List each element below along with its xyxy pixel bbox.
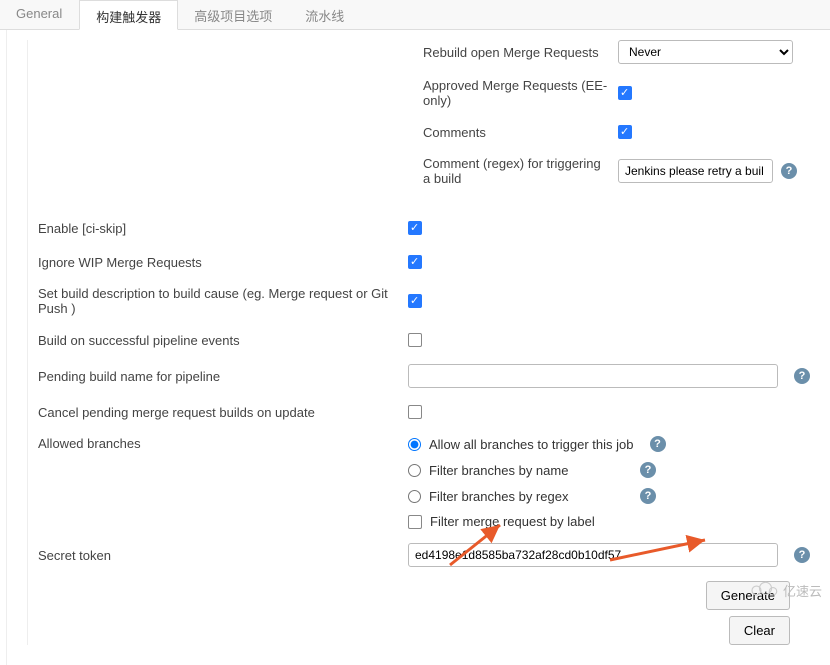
row-comments: Comments [38,122,810,142]
tab-build-triggers[interactable]: 构建触发器 [79,0,178,30]
pending-build-label: Pending build name for pipeline [38,369,408,384]
radio-by-regex-label: Filter branches by regex [429,489,624,504]
set-build-desc-checkbox[interactable] [408,294,422,308]
approved-checkbox[interactable] [618,86,632,100]
approved-label: Approved Merge Requests (EE-only) [423,78,608,108]
tab-general[interactable]: General [0,0,79,29]
help-icon[interactable]: ? [794,547,810,563]
tab-pipeline[interactable]: 流水线 [289,0,361,29]
help-icon[interactable]: ? [781,163,797,179]
clear-button[interactable]: Clear [729,616,790,645]
comment-regex-input[interactable] [618,159,773,183]
radio-allow-all[interactable] [408,438,421,451]
cancel-pending-checkbox[interactable] [408,405,422,419]
help-icon[interactable]: ? [640,488,656,504]
row-set-build-desc: Set build description to build cause (eg… [38,286,810,316]
row-approved-mr: Approved Merge Requests (EE-only) [38,78,810,108]
row-secret-token: Secret token ? [38,543,810,567]
comments-label: Comments [423,125,608,140]
comments-checkbox[interactable] [618,125,632,139]
allowed-branches-label: Allowed branches [38,436,408,451]
row-comment-regex: Comment (regex) for triggering a build ? [38,156,810,186]
cloud-icon [749,579,779,602]
row-allowed-branches: Allowed branches Allow all branches to t… [38,436,810,529]
build-success-checkbox[interactable] [408,333,422,347]
set-build-desc-label: Set build description to build cause (eg… [38,286,408,316]
comment-regex-label: Comment (regex) for triggering a build [423,156,608,186]
enable-ciskip-label: Enable [ci-skip] [38,221,408,236]
pending-build-input[interactable] [408,364,778,388]
allowed-branches-group: Allow all branches to trigger this job ?… [408,436,666,529]
checkbox-by-label-label: Filter merge request by label [430,514,625,529]
watermark-text: 亿速云 [783,581,822,600]
ignore-wip-checkbox[interactable] [408,255,422,269]
radio-by-regex[interactable] [408,490,421,503]
row-pending-build: Pending build name for pipeline ? [38,364,810,388]
rebuild-open-select[interactable]: Never [618,40,793,64]
ignore-wip-label: Ignore WIP Merge Requests [38,255,408,270]
watermark: 亿速云 [749,579,822,602]
radio-by-name[interactable] [408,464,421,477]
help-icon[interactable]: ? [650,436,666,452]
rebuild-open-label: Rebuild open Merge Requests [423,45,608,60]
radio-by-name-label: Filter branches by name [429,463,624,478]
build-success-label: Build on successful pipeline events [38,333,408,348]
row-rebuild-open-mr: Rebuild open Merge Requests Never [38,40,810,64]
row-build-success: Build on successful pipeline events [38,330,810,350]
secret-token-label: Secret token [38,548,408,563]
row-ignore-wip: Ignore WIP Merge Requests [38,252,810,272]
tabs-bar: General 构建触发器 高级项目选项 流水线 [0,0,830,30]
row-enable-ciskip: Enable [ci-skip] [38,218,810,238]
content-area: Rebuild open Merge Requests Never Approv… [6,30,830,665]
enable-ciskip-checkbox[interactable] [408,221,422,235]
row-cancel-pending: Cancel pending merge request builds on u… [38,402,810,422]
radio-allow-all-label: Allow all branches to trigger this job [429,437,634,452]
help-icon[interactable]: ? [640,462,656,478]
checkbox-by-label[interactable] [408,515,422,529]
help-icon[interactable]: ? [794,368,810,384]
cancel-pending-label: Cancel pending merge request builds on u… [38,405,408,420]
secret-token-input[interactable] [408,543,778,567]
tab-advanced[interactable]: 高级项目选项 [178,0,289,29]
